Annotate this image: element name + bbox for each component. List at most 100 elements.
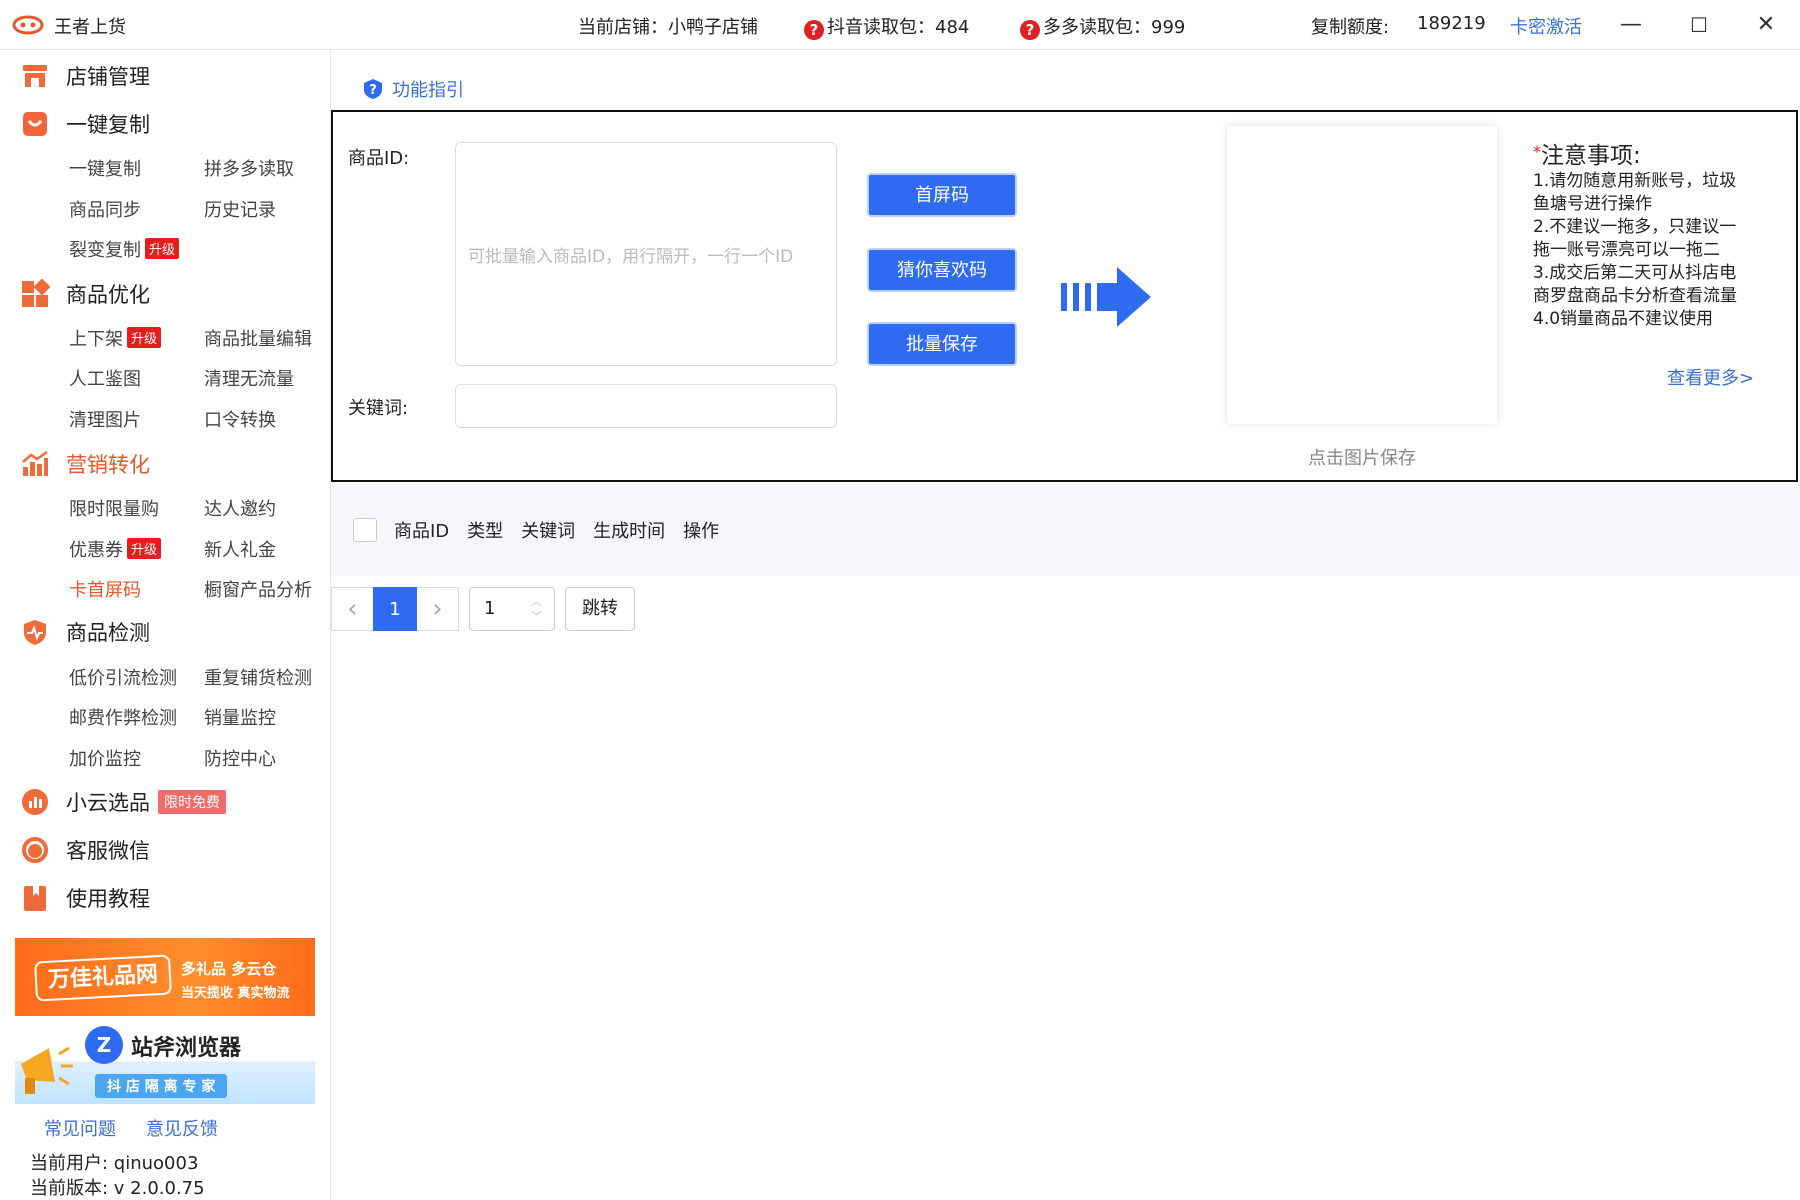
sidebar-section-detect-label: 商品检测: [66, 621, 150, 645]
question-icon[interactable]: ?: [1020, 20, 1040, 40]
sidebar-item-one-click-copy[interactable]: 一键复制: [69, 155, 141, 181]
notes-line: 1.请勿随意用新账号，垃圾: [1533, 171, 1737, 191]
grid-icon: [22, 279, 50, 307]
feedback-link[interactable]: 意见反馈: [146, 1115, 218, 1141]
guess-you-like-code-button[interactable]: 猜你喜欢码: [867, 248, 1017, 292]
copy-quota-label: 复制额度:: [1311, 17, 1390, 38]
douyin-quota-label: 抖音读取包：484: [827, 17, 970, 38]
sidebar-item-token-convert[interactable]: 口令转换: [204, 406, 276, 432]
sidebar-item-shelf[interactable]: 上下架 升级: [69, 325, 162, 351]
next-page-button[interactable]: ›: [417, 587, 459, 631]
feature-guide-link[interactable]: ? 功能指引: [362, 76, 464, 102]
sidebar-item-product-sync[interactable]: 商品同步: [69, 196, 141, 222]
sidebar-item-first-screen-code[interactable]: 卡首屏码: [69, 576, 141, 602]
sidebar-item-duplicate-detect[interactable]: 重复铺货检测: [204, 664, 312, 690]
banner-browser-brand: 站斧浏览器: [131, 1036, 242, 1061]
sidebar-item-fission-copy-label: 裂变复制: [69, 240, 141, 261]
notes-line: 商罗盘商品卡分析查看流量: [1533, 286, 1737, 306]
sidebar-item-clear-no-traffic[interactable]: 清理无流量: [204, 365, 294, 391]
title-bar: 王者上货 当前店铺：小鸭子店铺 ? 抖音读取包：484 ? 多多读取包：999 复制…: [0, 0, 1800, 50]
sidebar-item-batch-edit[interactable]: 商品批量编辑: [204, 325, 312, 351]
sidebar-section-store[interactable]: 店铺管理: [20, 60, 150, 92]
sidebar-item-pdd-read[interactable]: 拼多多读取: [204, 155, 294, 181]
column-header-created-time: 生成时间: [593, 521, 666, 542]
batch-save-button[interactable]: 批量保存: [867, 322, 1017, 366]
banner-browser-line1: 抖 店 隔 离 专 家: [95, 1074, 228, 1098]
free-badge: 限时免费: [158, 790, 226, 814]
upgrade-badge: 升级: [145, 238, 180, 259]
minimize-button[interactable]: —: [1611, 10, 1651, 40]
sidebar-item-clear-images[interactable]: 清理图片: [69, 406, 141, 432]
notes-title-text: 注意事项:: [1541, 143, 1641, 169]
close-button[interactable]: ✕: [1746, 10, 1786, 40]
jump-button[interactable]: 跳转: [565, 587, 635, 631]
first-screen-code-button[interactable]: 首屏码: [867, 173, 1017, 217]
product-id-label: 商品ID:: [348, 148, 410, 169]
sidebar-item-window-analysis[interactable]: 橱窗产品分析: [204, 576, 312, 602]
arrow-right-icon: [1061, 267, 1151, 327]
sidebar-item-risk-center[interactable]: 防控中心: [204, 745, 276, 771]
pagination: ‹ 1 › 1 ︿ ﹀ 跳转: [331, 586, 635, 632]
current-user: 当前用户: qinuo003: [30, 1153, 199, 1174]
sidebar-section-xiaoyun-label: 小云选品: [66, 791, 150, 815]
sidebar-item-limited-sale[interactable]: 限时限量购: [69, 495, 159, 521]
bar-chart-icon: [22, 450, 48, 476]
sidebar-section-optimize[interactable]: 商品优化: [20, 278, 150, 310]
ad-banner-browser[interactable]: Z 站斧浏览器 抖 店 隔 离 专 家: [15, 1026, 315, 1104]
sidebar-section-copy-label: 一键复制: [66, 113, 150, 137]
sidebar-section-copy[interactable]: 一键复制: [20, 108, 150, 140]
help-shield-icon: ?: [364, 79, 382, 99]
sidebar-item-manual-review[interactable]: 人工鉴图: [69, 365, 141, 391]
column-header-keyword: 关键词: [521, 521, 576, 542]
sidebar-item-coupon-label: 优惠券: [69, 540, 123, 561]
sidebar-item-shelf-label: 上下架: [69, 329, 123, 350]
sidebar-section-marketing[interactable]: 营销转化: [20, 448, 150, 480]
sidebar-section-detect[interactable]: 商品检测: [20, 616, 150, 648]
table-header: 商品ID 类型 关键词 生成时间 操作: [331, 484, 1800, 576]
page-jump-value: 1: [484, 598, 496, 619]
ad-banner-gifts[interactable]: 万佳礼品网 多礼品 多云仓 当天揽收 真实物流: [15, 938, 315, 1016]
column-header-type: 类型: [467, 521, 504, 542]
question-icon[interactable]: ?: [804, 20, 824, 40]
faq-link[interactable]: 常见问题: [44, 1115, 116, 1141]
column-header-action: 操作: [683, 521, 720, 542]
required-star: *: [1533, 142, 1541, 161]
page-jump-input[interactable]: 1 ︿ ﹀: [469, 587, 555, 631]
stepper-icon[interactable]: ︿ ﹀: [531, 594, 542, 624]
sidebar-section-xiaoyun[interactable]: 小云选品 限时免费: [20, 786, 226, 818]
product-id-textarea[interactable]: 可批量输入商品ID，用行隔开，一行一个ID: [455, 142, 837, 366]
notes-line: 2.不建议一拖多，只建议一: [1533, 217, 1737, 237]
notes-line: 3.成交后第二天可从抖店电: [1533, 263, 1737, 283]
sidebar-item-influencer-invite[interactable]: 达人邀约: [204, 495, 276, 521]
activate-link[interactable]: 卡密激活: [1510, 13, 1582, 39]
sidebar-item-new-user-gift[interactable]: 新人礼金: [204, 536, 276, 562]
sidebar-item-coupon[interactable]: 优惠券 升级: [69, 536, 162, 562]
sidebar-item-postage-fraud-detect[interactable]: 邮费作弊检测: [69, 704, 177, 730]
app-title: 王者上货: [54, 17, 126, 38]
sidebar-section-tutorial[interactable]: 使用教程: [20, 882, 150, 914]
douyin-quota: ? 抖音读取包：484: [804, 13, 969, 40]
page-number-current[interactable]: 1: [373, 587, 417, 631]
sidebar-item-low-price-detect[interactable]: 低价引流检测: [69, 664, 177, 690]
sidebar-item-markup-monitor[interactable]: 加价监控: [69, 745, 141, 771]
maximize-button[interactable]: ☐: [1679, 10, 1719, 40]
sidebar-item-sales-monitor[interactable]: 销量监控: [204, 704, 276, 730]
prev-page-button[interactable]: ‹: [331, 587, 373, 631]
current-version: 当前版本: v 2.0.0.75: [30, 1178, 205, 1199]
notes-panel: *注意事项: 1.请勿随意用新账号，垃圾 鱼塘号进行操作 2.不建议一拖多，只建…: [1533, 136, 1763, 331]
view-more-link[interactable]: 查看更多>: [1667, 364, 1754, 390]
sidebar-item-fission-copy[interactable]: 裂变复制 升级: [69, 236, 180, 262]
bookmark-book-icon: [24, 886, 46, 911]
select-all-checkbox[interactable]: [353, 518, 377, 542]
sidebar-section-service-label: 客服微信: [66, 839, 150, 863]
sidebar-item-history[interactable]: 历史记录: [204, 196, 276, 222]
chart-circle-icon: [22, 789, 48, 815]
qr-code-image[interactable]: [1227, 126, 1497, 424]
upgrade-badge: 升级: [127, 538, 162, 559]
keyword-input[interactable]: [455, 384, 837, 428]
copy-bag-icon: [23, 112, 47, 136]
keyword-label: 关键词:: [348, 398, 409, 419]
sidebar-section-service[interactable]: 客服微信: [20, 834, 150, 866]
megaphone-icon: [21, 1046, 73, 1094]
product-id-placeholder: 可批量输入商品ID，用行隔开，一行一个ID: [468, 246, 794, 267]
